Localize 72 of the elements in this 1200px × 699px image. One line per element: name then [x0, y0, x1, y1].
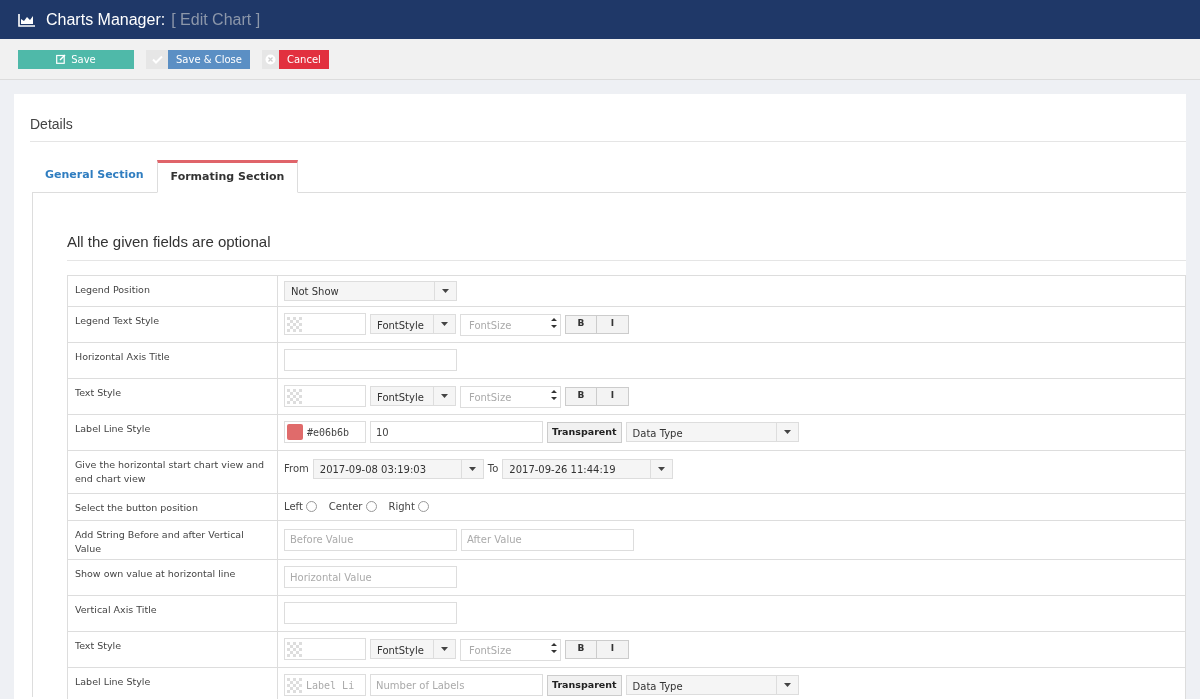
font-style-select[interactable]: FontStyle: [370, 639, 456, 659]
bold-button[interactable]: B: [565, 386, 597, 406]
field-label: Label Line Style: [68, 667, 278, 699]
italic-button[interactable]: I: [597, 639, 629, 659]
section-heading: All the given fields are optional: [67, 231, 1186, 261]
caret-icon: [441, 322, 448, 326]
panel-title: Details: [30, 114, 1186, 142]
color-picker-field[interactable]: [284, 385, 366, 407]
caret-icon: [783, 683, 791, 687]
number-field[interactable]: Number of Labels: [370, 674, 543, 696]
date-select[interactable]: 2017-09-26 11:44:19: [502, 458, 674, 479]
field-label: Show own value at horizontal line: [68, 559, 278, 595]
data-type-select[interactable]: Data Type: [625, 422, 799, 442]
section-tab[interactable]: General Section: [32, 159, 157, 192]
radio-option[interactable]: Center: [328, 499, 377, 514]
color-picker-field[interactable]: #e06b6b: [284, 421, 366, 443]
caret-icon: [441, 647, 448, 651]
color-picker-field[interactable]: [284, 638, 366, 660]
radio-option[interactable]: Right: [388, 499, 429, 514]
text-field[interactable]: Horizontal Value: [284, 566, 457, 588]
field-label: Add String Before and after Vertical Value: [68, 520, 278, 559]
field-label: Legend Text Style: [68, 306, 278, 342]
app-title: Charts Manager:: [46, 9, 166, 30]
from-label: From: [284, 461, 309, 476]
italic-button[interactable]: I: [597, 386, 629, 406]
cancel-button[interactable]: Cancel: [278, 49, 329, 69]
data-type-select[interactable]: Data Type: [625, 675, 799, 695]
field-label: Text Style: [68, 378, 278, 414]
caret-icon: [468, 466, 476, 471]
font-style-select[interactable]: FontStyle: [370, 386, 456, 406]
caret-icon: [442, 288, 449, 293]
field-label: Vertical Axis Title: [68, 595, 278, 631]
color-picker-field[interactable]: [284, 313, 366, 335]
date-select[interactable]: 2017-09-08 03:19:03: [312, 458, 484, 479]
radio-option[interactable]: Left: [284, 499, 317, 514]
font-size-field[interactable]: FontSize: [460, 639, 561, 662]
field-label: Label Line Style: [68, 414, 278, 450]
transparent-button[interactable]: Transparent: [547, 421, 622, 443]
number-field[interactable]: 10: [370, 421, 543, 443]
edit-icon: [56, 54, 67, 64]
transparent-swatch-icon: [287, 316, 302, 332]
field-label: Text Style: [68, 631, 278, 667]
transparent-swatch-icon: [287, 677, 302, 693]
legend-position-select[interactable]: Not Show: [284, 280, 457, 301]
chart-icon: [18, 12, 36, 27]
font-size-field[interactable]: FontSize: [460, 386, 561, 409]
check-icon: [146, 49, 168, 69]
text-field[interactable]: [284, 349, 457, 371]
section-tab[interactable]: Formating Section: [156, 160, 299, 193]
page-subtitle: [ Edit Chart ]: [171, 9, 261, 30]
transparent-swatch-icon: [287, 641, 302, 657]
caret-icon: [783, 430, 791, 434]
to-label: To: [487, 461, 499, 476]
caret-icon: [441, 394, 448, 398]
bold-button[interactable]: B: [565, 314, 597, 334]
field-label: Select the button position: [68, 493, 278, 520]
field-label: Horizontal Axis Title: [68, 342, 278, 378]
transparent-button[interactable]: Transparent: [547, 674, 622, 696]
text-field[interactable]: [284, 602, 457, 624]
text-field[interactable]: Before Value: [284, 528, 457, 551]
bold-button[interactable]: B: [565, 639, 597, 659]
spinner-icon: [551, 388, 557, 401]
field-label: Give the horizontal start chart view and end chart view: [68, 450, 278, 493]
transparent-swatch-icon: [287, 388, 302, 404]
font-size-field[interactable]: FontSize: [460, 314, 561, 337]
spinner-icon: [551, 316, 557, 329]
field-label: Legend Position: [68, 275, 278, 306]
caret-icon: [658, 466, 666, 471]
spinner-icon: [551, 641, 557, 654]
italic-button[interactable]: I: [597, 314, 629, 334]
font-style-select[interactable]: FontStyle: [370, 314, 456, 334]
text-field[interactable]: After Value: [461, 528, 634, 551]
